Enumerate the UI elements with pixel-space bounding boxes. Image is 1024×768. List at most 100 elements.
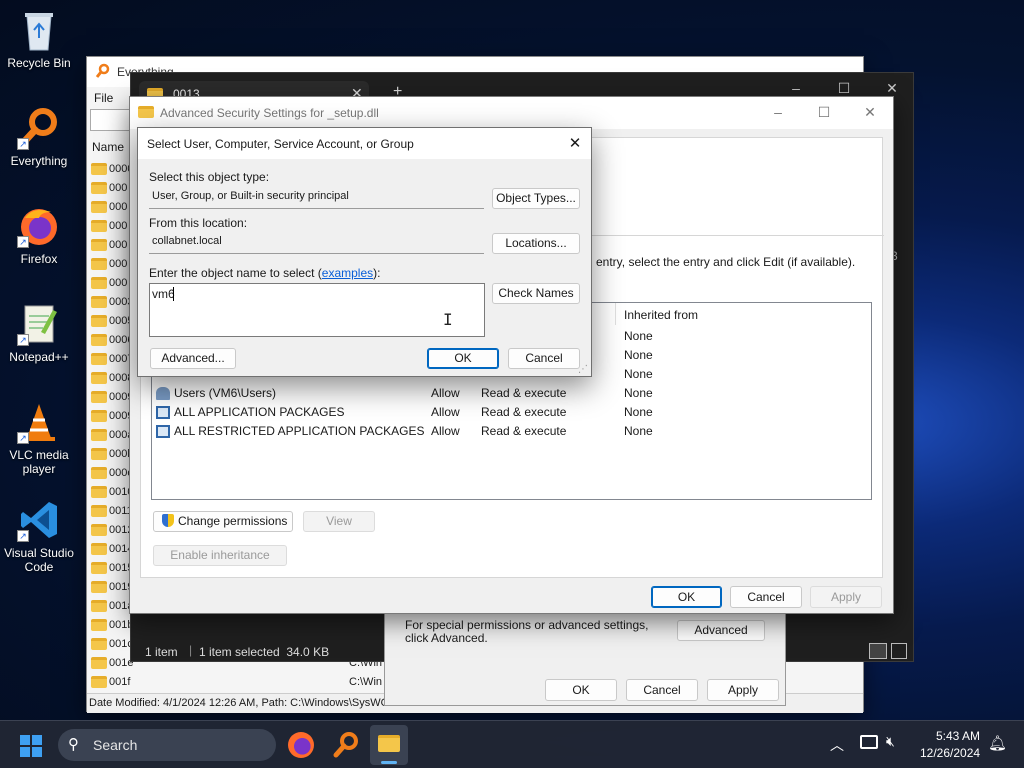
- field-underline: [149, 253, 484, 254]
- change-permissions-button[interactable]: Change permissions: [153, 511, 293, 532]
- select-ok-button[interactable]: OK: [427, 348, 499, 369]
- list-item[interactable]: 0005: [91, 312, 133, 331]
- list-item[interactable]: 000: [91, 255, 127, 274]
- folder-icon: [91, 391, 107, 404]
- folder-icon: [91, 315, 107, 328]
- access-cell: Read & execute: [481, 405, 567, 419]
- list-item[interactable]: 000a: [91, 426, 133, 445]
- firefox-taskbar-icon[interactable]: [288, 732, 314, 758]
- list-item[interactable]: 0000: [91, 160, 133, 179]
- list-item[interactable]: 0009: [91, 388, 133, 407]
- title-bar: Advanced Security Settings for _setup.dl…: [130, 97, 893, 129]
- special-permissions-text: For special permissions or advanced sett…: [405, 618, 649, 645]
- access-cell: Read & execute: [481, 424, 567, 438]
- desktop-icon-vlc[interactable]: ↗ VLC media player: [4, 400, 74, 476]
- window-title: Advanced Security Settings for _setup.dl…: [160, 106, 379, 120]
- list-item[interactable]: 001b: [91, 616, 133, 635]
- enter-name-label: Enter the object name to select (example…: [149, 266, 380, 280]
- list-item[interactable]: 0011: [91, 502, 133, 521]
- title-bar: Select User, Computer, Service Account, …: [138, 128, 591, 159]
- table-row[interactable]: ALL RESTRICTED APPLICATION PACKAGES Allo…: [152, 422, 871, 441]
- props-ok-button[interactable]: OK: [545, 679, 617, 701]
- shortcut-arrow-icon: ↗: [17, 432, 29, 444]
- props-apply-button[interactable]: Apply: [707, 679, 779, 701]
- list-item[interactable]: 000b: [91, 445, 133, 464]
- folder-icon: [91, 467, 107, 480]
- check-names-button[interactable]: Check Names: [492, 283, 580, 304]
- desktop-icon-firefox[interactable]: ↗ Firefox: [4, 204, 74, 266]
- clock-time[interactable]: 5:43 AM: [936, 729, 980, 743]
- close-icon[interactable]: ✕: [562, 133, 588, 155]
- app-package-icon: [156, 425, 170, 438]
- object-types-button[interactable]: Object Types...: [492, 188, 580, 209]
- column-inherited-from[interactable]: Inherited from: [624, 308, 698, 322]
- list-item[interactable]: 0008: [91, 369, 133, 388]
- search-placeholder: Search: [93, 737, 138, 753]
- start-button[interactable]: [20, 735, 42, 757]
- view-button[interactable]: View: [303, 511, 375, 532]
- list-item[interactable]: 0015: [91, 559, 133, 578]
- location-value: collabnet.local: [152, 235, 222, 247]
- list-item[interactable]: 0019: [91, 578, 133, 597]
- list-item[interactable]: 001a: [91, 597, 133, 616]
- enable-inheritance-button[interactable]: Enable inheritance: [153, 545, 287, 566]
- select-cancel-button[interactable]: Cancel: [508, 348, 580, 369]
- list-item[interactable]: 001e: [91, 654, 133, 673]
- desktop-icon-label: Visual Studio Code: [4, 546, 74, 574]
- file-explorer-taskbar-icon[interactable]: [370, 725, 408, 765]
- minimize-icon[interactable]: –: [755, 97, 801, 127]
- table-row[interactable]: ALL APPLICATION PACKAGES Allow Read & ex…: [152, 403, 871, 422]
- resize-grip-icon[interactable]: ⋰: [578, 364, 588, 375]
- chevron-up-icon[interactable]: ︿: [830, 735, 844, 755]
- close-icon[interactable]: ✕: [847, 97, 893, 127]
- select-user-dialog[interactable]: Select User, Computer, Service Account, …: [137, 127, 592, 377]
- adv-cancel-button[interactable]: Cancel: [730, 586, 802, 608]
- list-item[interactable]: 000e: [91, 464, 133, 483]
- object-name-value: vm6: [152, 287, 175, 301]
- list-item[interactable]: 0007: [91, 350, 133, 369]
- folder-icon: [378, 735, 400, 752]
- table-row[interactable]: Users (VM6\Users) Allow Read & execute N…: [152, 384, 871, 403]
- props-cancel-button[interactable]: Cancel: [626, 679, 698, 701]
- props-advanced-button[interactable]: Advanced: [677, 620, 765, 641]
- clock-date[interactable]: 12/26/2024: [920, 746, 980, 760]
- maximize-icon[interactable]: ☐: [801, 97, 847, 127]
- tiles-view-icon[interactable]: [891, 643, 907, 659]
- taskbar-search-box[interactable]: ⚲ Search: [58, 729, 276, 761]
- object-type-label: Select this object type:: [149, 170, 270, 184]
- menu-file[interactable]: File: [94, 91, 113, 105]
- desktop-icon-notepadpp[interactable]: ↗ Notepad++: [4, 302, 74, 364]
- list-item[interactable]: 0009: [91, 407, 133, 426]
- details-view-icon[interactable]: [869, 643, 887, 659]
- volume-muted-icon[interactable]: 🔇︎: [886, 733, 895, 750]
- desktop-icon-recycle-bin[interactable]: Recycle Bin: [4, 8, 74, 70]
- list-item[interactable]: 0012: [91, 521, 133, 540]
- list-item[interactable]: 000: [91, 198, 127, 217]
- object-name-textarea[interactable]: vm6 I: [149, 283, 485, 337]
- taskbar: ⚲ Search ︿ 🔇︎ 5:43 AM 12/26/2024 🔔︎: [0, 720, 1024, 768]
- list-item[interactable]: 000: [91, 274, 127, 293]
- network-icon[interactable]: [860, 735, 878, 749]
- list-item[interactable]: 0003: [91, 293, 133, 312]
- desktop-icon-vscode[interactable]: ↗ Visual Studio Code: [4, 498, 74, 574]
- inherited-cell: None: [624, 424, 653, 438]
- desktop-icon-everything[interactable]: ↗ Everything: [4, 106, 74, 168]
- list-item[interactable]: 000: [91, 179, 127, 198]
- adv-apply-button[interactable]: Apply: [810, 586, 882, 608]
- list-item[interactable]: 000: [91, 217, 127, 236]
- adv-ok-button[interactable]: OK: [651, 586, 722, 608]
- list-item[interactable]: 0010: [91, 483, 133, 502]
- column-name[interactable]: Name: [92, 140, 124, 154]
- everything-taskbar-icon[interactable]: [332, 731, 360, 759]
- notification-bell-icon[interactable]: 🔔︎: [988, 734, 1007, 752]
- properties-window[interactable]: For special permissions or advanced sett…: [384, 612, 786, 706]
- list-item[interactable]: 0006: [91, 331, 133, 350]
- examples-link[interactable]: examples: [322, 266, 373, 280]
- advanced-button[interactable]: Advanced...: [150, 348, 236, 369]
- list-item[interactable]: 0014: [91, 540, 133, 559]
- list-item[interactable]: 001f: [91, 673, 130, 691]
- windows-logo-icon: [20, 735, 42, 757]
- locations-button[interactable]: Locations...: [492, 233, 580, 254]
- list-item[interactable]: 001c: [91, 635, 133, 654]
- list-item[interactable]: 000: [91, 236, 127, 255]
